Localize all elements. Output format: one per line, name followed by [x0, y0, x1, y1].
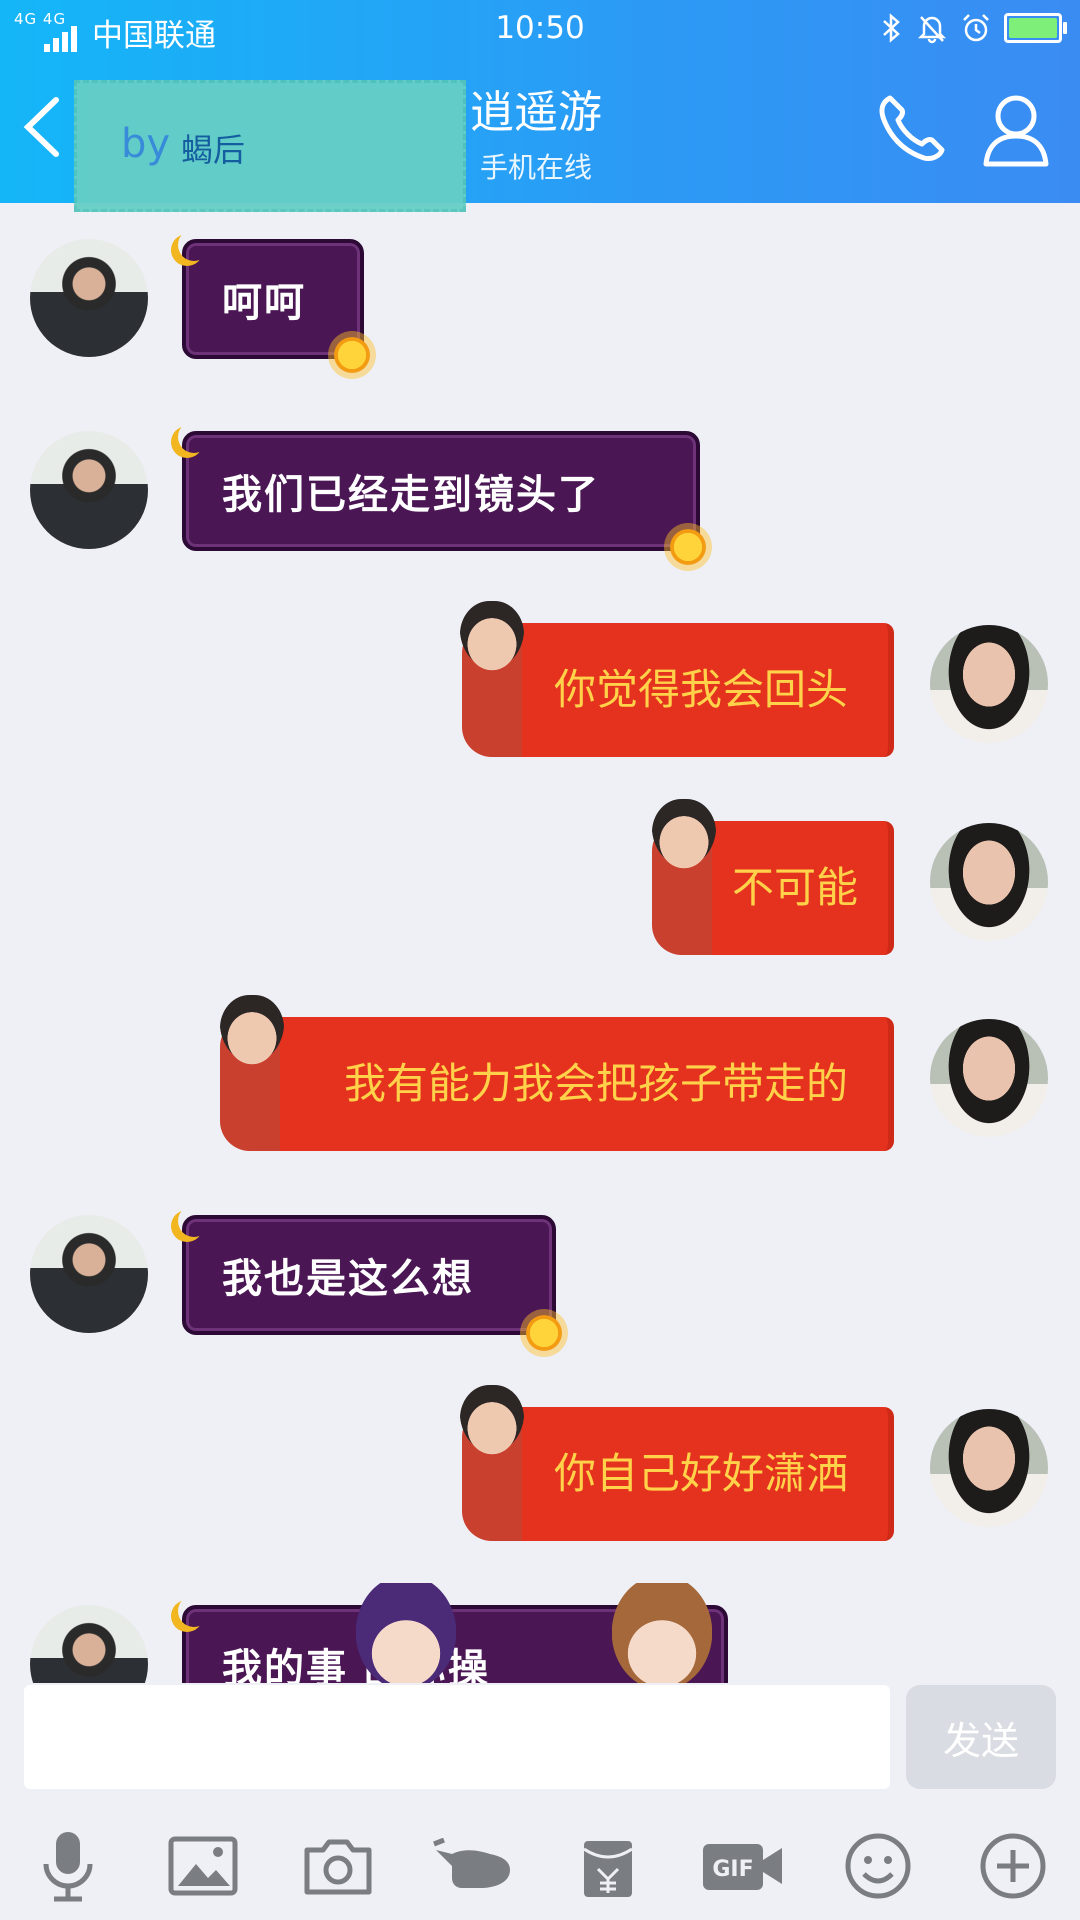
- redaction-overlay: by 蝎后: [74, 80, 466, 212]
- mask-text: by: [121, 121, 171, 167]
- message-bubble[interactable]: 呵呵: [182, 239, 364, 359]
- avatar[interactable]: [30, 431, 148, 549]
- red-packet-icon: [582, 1841, 633, 1897]
- camera-icon: [304, 1839, 371, 1895]
- battery-icon: [1004, 13, 1067, 43]
- sun-icon: [526, 1315, 562, 1351]
- message-input[interactable]: [24, 1685, 890, 1789]
- profile-button[interactable]: [980, 88, 1052, 170]
- red-packet-button[interactable]: [563, 1821, 653, 1911]
- input-toolbar: GIF: [0, 1812, 1080, 1920]
- avatar[interactable]: [30, 1215, 148, 1333]
- more-button[interactable]: [968, 1821, 1058, 1911]
- image-button[interactable]: [158, 1821, 248, 1911]
- bell-muted-icon: [917, 16, 947, 44]
- message-bubble[interactable]: 我也是这么想: [182, 1215, 556, 1335]
- anime-girl-sticker: [612, 1583, 712, 1683]
- status-bar: 4G 4G 中国联通 10:50: [0, 0, 1080, 60]
- gif-video-icon: GIF: [702, 1844, 782, 1890]
- sticker-icon: [220, 995, 284, 1067]
- moon-icon: [178, 1205, 210, 1237]
- sticker-icon: [460, 1385, 524, 1457]
- image-icon: [168, 1836, 237, 1896]
- emoji-button[interactable]: [833, 1821, 923, 1911]
- message-bubble[interactable]: 你自己好好潇洒: [462, 1407, 894, 1541]
- poke-button[interactable]: [428, 1821, 518, 1911]
- alarm-icon: [963, 14, 989, 42]
- message-bubble[interactable]: 我们已经走到镜头了: [182, 431, 700, 551]
- sticker-icon: [652, 799, 716, 871]
- avatar[interactable]: [30, 1605, 148, 1683]
- microphone-icon: [43, 1832, 92, 1902]
- message-bubble[interactable]: 我有能力我会把孩子带走的: [220, 1017, 894, 1151]
- anime-girl-sticker: [356, 1583, 456, 1683]
- plus-icon: [980, 1833, 1045, 1899]
- gif-button[interactable]: GIF: [698, 1821, 788, 1911]
- chat-thread[interactable]: 呵呵 我们已经走到镜头了 你觉得我会回头 不可能 我有能力我会把孩子带走的 我也…: [0, 203, 1080, 1683]
- title-bar: 4G 4G 中国联通 10:50 by 蝎后 逍遥游 手机在线: [0, 0, 1080, 212]
- online-status: 手机在线: [480, 151, 593, 184]
- moon-icon: [178, 1595, 210, 1627]
- sticker-icon: [460, 601, 524, 673]
- voice-button[interactable]: [23, 1821, 113, 1911]
- poke-hand-icon: [432, 1838, 510, 1888]
- moon-icon: [178, 229, 210, 261]
- bluetooth-icon: [883, 13, 900, 43]
- camera-button[interactable]: [293, 1821, 383, 1911]
- sun-icon: [334, 337, 370, 373]
- sun-icon: [670, 529, 706, 565]
- avatar[interactable]: [930, 1019, 1048, 1137]
- send-button[interactable]: 发送: [906, 1685, 1056, 1789]
- back-button[interactable]: [18, 92, 64, 162]
- message-bubble[interactable]: 你觉得我会回头: [462, 623, 894, 757]
- avatar[interactable]: [930, 823, 1048, 941]
- mask-text-2: 蝎后: [181, 131, 246, 169]
- smiley-icon: [845, 1833, 910, 1899]
- contact-name: 逍遥游: [470, 87, 602, 138]
- phone-call-button[interactable]: [870, 88, 952, 170]
- avatar[interactable]: [930, 1409, 1048, 1527]
- moon-icon: [178, 421, 210, 453]
- gif-label: GIF: [712, 1857, 753, 1882]
- avatar[interactable]: [30, 239, 148, 357]
- avatar[interactable]: [930, 625, 1048, 743]
